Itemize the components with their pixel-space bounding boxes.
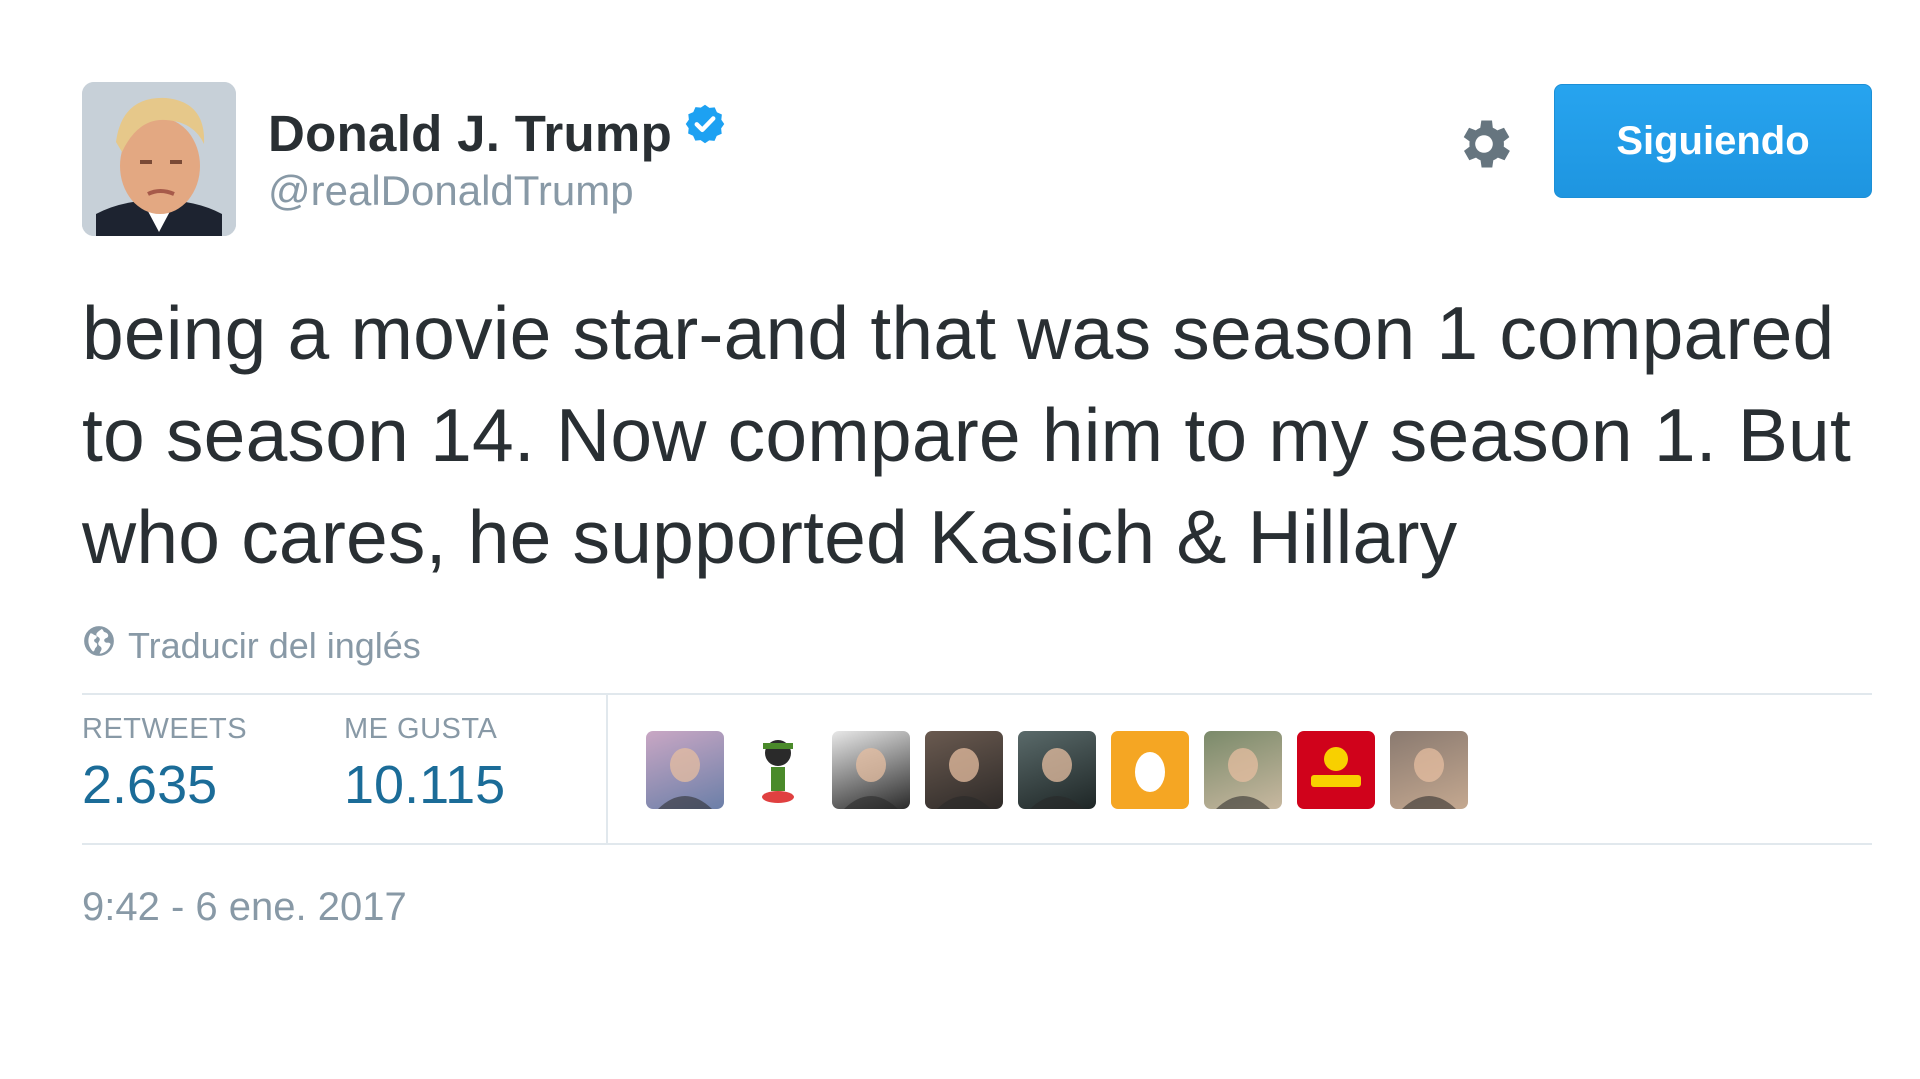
tweet-text: being a movie star-and that was season 1… (82, 291, 1852, 579)
tweet-timestamp[interactable]: 9:42 - 6 ene. 2017 (82, 885, 1872, 930)
liker-avatar-1[interactable] (646, 731, 724, 809)
liker-avatar-9[interactable] (1390, 731, 1468, 809)
retweets-stat[interactable]: RETWEETS 2.635 (82, 713, 247, 816)
liker-avatar-4[interactable] (925, 731, 1003, 809)
liker-avatar-3[interactable] (832, 731, 910, 809)
globe-icon (82, 624, 116, 667)
verified-badge-icon (683, 102, 727, 151)
translate-link[interactable]: Traducir del inglés (82, 624, 1872, 667)
translate-label: Traducir del inglés (128, 624, 421, 666)
gear-icon[interactable] (1452, 112, 1516, 176)
retweets-count: 2.635 (82, 755, 218, 815)
likes-count: 10.115 (344, 755, 506, 815)
stats-divider (606, 695, 608, 843)
liker-avatar-6[interactable] (1111, 731, 1189, 809)
following-button[interactable]: Siguiendo (1554, 84, 1872, 198)
liker-avatars (646, 731, 1468, 809)
tweet-stats: RETWEETS 2.635 ME GUSTA 10.115 (82, 693, 1872, 845)
tweet-card: Donald J. Trump @realDonaldTrump Siguien… (82, 82, 1872, 930)
likes-stat[interactable]: ME GUSTA 10.115 (344, 713, 505, 816)
retweets-label: RETWEETS (82, 713, 248, 745)
author-display-name[interactable]: Donald J. Trump (268, 104, 672, 163)
author-names: Donald J. Trump @realDonaldTrump (268, 104, 727, 215)
liker-avatar-7[interactable] (1204, 731, 1282, 809)
likes-label: ME GUSTA (344, 713, 498, 745)
author-screen-name[interactable]: @realDonaldTrump (268, 167, 727, 215)
liker-avatar-2[interactable] (739, 731, 817, 809)
author-avatar[interactable] (82, 82, 236, 236)
tweet-header: Donald J. Trump @realDonaldTrump Siguien… (82, 82, 1872, 238)
liker-avatar-5[interactable] (1018, 731, 1096, 809)
liker-avatar-8[interactable] (1297, 731, 1375, 809)
